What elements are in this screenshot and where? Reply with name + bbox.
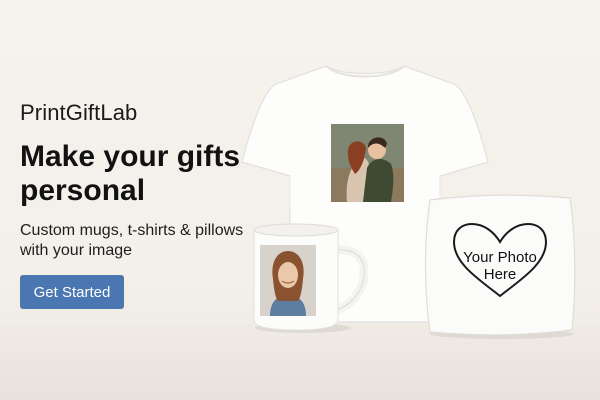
hero-headline: Make your gifts personal (20, 140, 241, 207)
brand-logo: PrintGiftLab (20, 100, 138, 125)
hero-subtext: Custom mugs, t-shirts & pillows with you… (20, 222, 244, 259)
tshirt-photo-couple (331, 124, 404, 202)
mug-photo-woman (260, 245, 316, 316)
get-started-button[interactable]: Get Started (20, 275, 124, 309)
pillow-photo-placeholder: Your Photo Here (463, 249, 537, 283)
